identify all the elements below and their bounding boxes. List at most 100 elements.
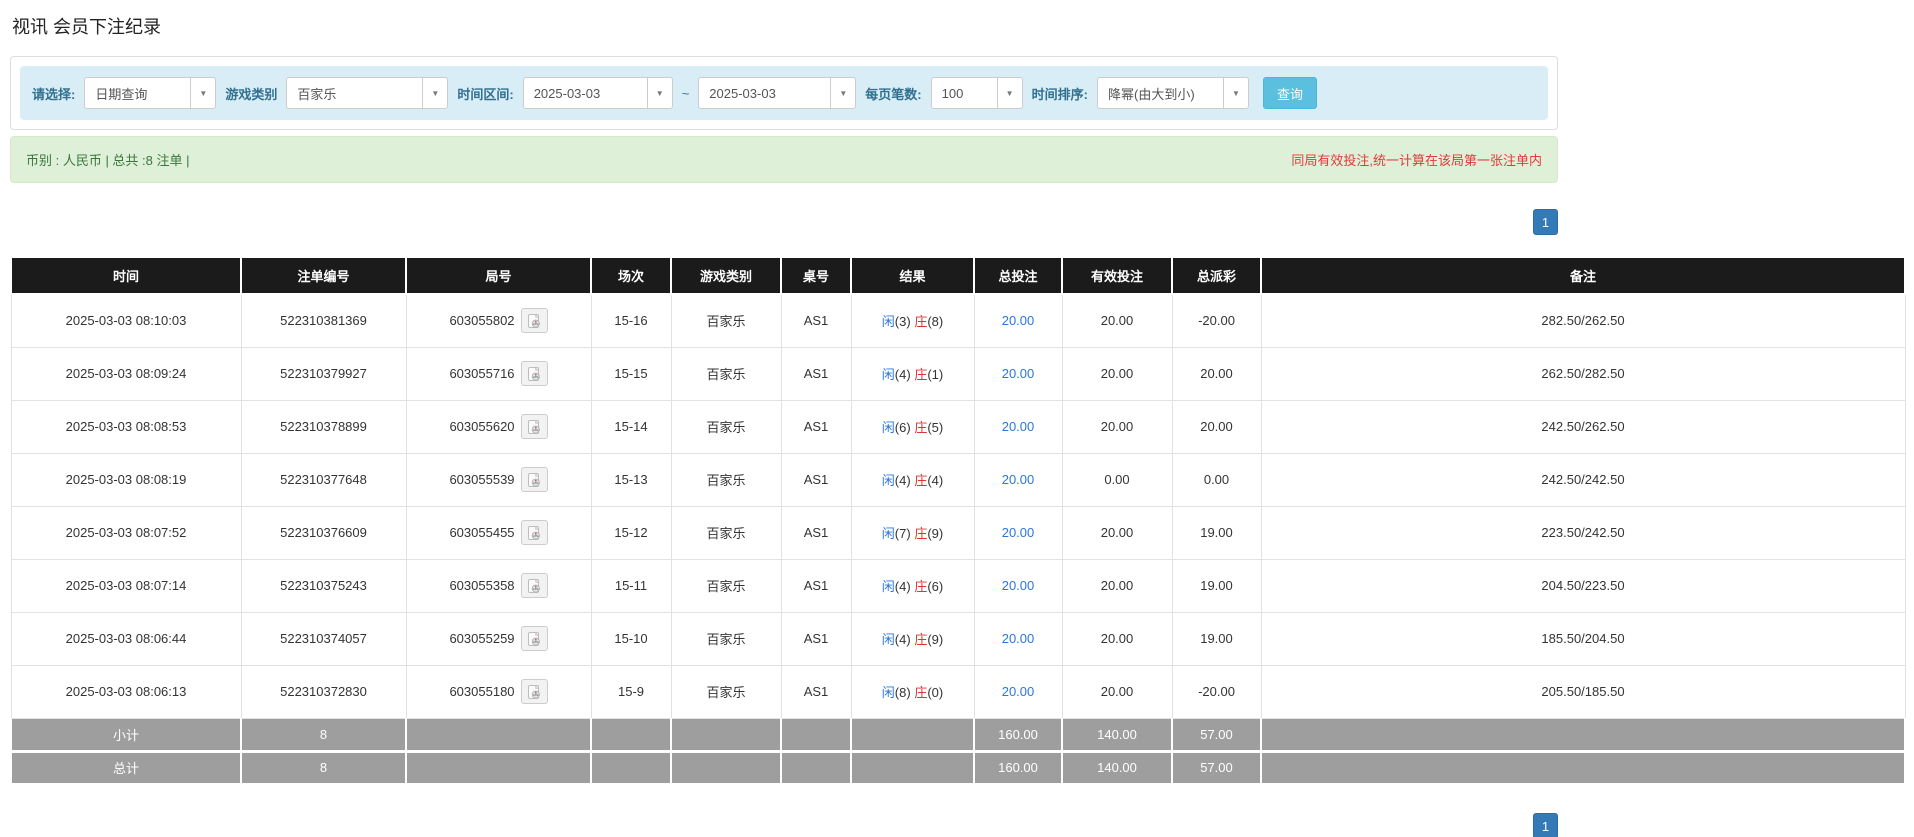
total-bet-link[interactable]: 20.00 — [1002, 525, 1035, 540]
cell-valid-bet: 20.00 — [1061, 611, 1173, 666]
cell-table-no: AS1 — [780, 611, 852, 666]
subtotal-count: 8 — [240, 717, 407, 752]
video-replay-icon[interactable] — [520, 414, 548, 439]
page-button-1[interactable]: 1 — [1533, 209, 1558, 235]
chevron-down-icon[interactable]: ▼ — [646, 78, 672, 108]
video-replay-icon[interactable] — [520, 520, 548, 545]
cell-time: 2025-03-03 08:06:44 — [10, 611, 242, 666]
cell-time: 2025-03-03 08:06:13 — [10, 664, 242, 719]
banker-result: 庄 — [914, 579, 928, 594]
total-bet-link[interactable]: 20.00 — [1002, 419, 1035, 434]
cell-valid-bet: 20.00 — [1061, 346, 1173, 401]
total-bet-link[interactable]: 20.00 — [1002, 366, 1035, 381]
chevron-down-icon[interactable]: ▼ — [996, 78, 1022, 108]
subtotal-total-bet: 160.00 — [973, 717, 1063, 752]
game-type-value: 百家乐 — [297, 86, 337, 102]
pagination-bottom: 1 — [10, 813, 1558, 837]
table-body: 2025-03-03 08:10:03 522310381369 6030558… — [10, 293, 1906, 719]
time-sort-select[interactable]: 降幂(由大到小) ▼ — [1096, 77, 1249, 109]
cell-game-type: 百家乐 — [670, 664, 782, 719]
cell-remark: 185.50/204.50 — [1260, 611, 1906, 666]
query-type-select[interactable]: 日期查询 ▼ — [84, 77, 217, 109]
cell-session: 15-9 — [590, 664, 672, 719]
cell-total-bet: 20.00 — [973, 558, 1063, 613]
cell-table-no: AS1 — [780, 346, 852, 401]
game-type-select[interactable]: 百家乐 ▼ — [286, 77, 449, 109]
cell-result: 闲(4) 庄(6) — [850, 558, 975, 613]
table-row: 2025-03-03 08:09:24 522310379927 6030557… — [10, 346, 1906, 401]
cell-game-type: 百家乐 — [670, 399, 782, 454]
banker-result: 庄 — [914, 632, 928, 647]
filter-bar: 请选择: 日期查询 ▼ 游戏类别 百家乐 ▼ 时间区间: 2025-03-03 … — [20, 66, 1548, 120]
date-to-select[interactable]: 2025-03-03 ▼ — [698, 77, 857, 109]
video-replay-icon[interactable] — [520, 679, 548, 704]
cell-valid-bet: 20.00 — [1061, 399, 1173, 454]
total-bet-link[interactable]: 20.00 — [1002, 631, 1035, 646]
cell-result: 闲(8) 庄(0) — [850, 664, 975, 719]
player-result: 闲 — [881, 579, 895, 594]
cell-total-bet: 20.00 — [973, 452, 1063, 507]
date-from-select[interactable]: 2025-03-03 ▼ — [522, 77, 673, 109]
round-id-value: 603055716 — [449, 366, 515, 381]
cell-bet-id: 522310372830 — [240, 664, 407, 719]
page-size-select[interactable]: 100 ▼ — [930, 77, 1023, 109]
total-bet-link[interactable]: 20.00 — [1002, 472, 1035, 487]
cell-round-id: 603055716 — [405, 346, 592, 401]
cell-total-bet: 20.00 — [973, 346, 1063, 401]
total-bet-link[interactable]: 20.00 — [1002, 684, 1035, 699]
header-remark: 备注 — [1260, 256, 1906, 295]
cell-table-no: AS1 — [780, 399, 852, 454]
cell-round-id: 603055259 — [405, 611, 592, 666]
cell-table-no: AS1 — [780, 452, 852, 507]
video-replay-icon[interactable] — [520, 573, 548, 598]
summary-bar: 币别 : 人民币 | 总共 :8 注单 | 同局有效投注,统一计算在该局第一张注… — [10, 136, 1558, 183]
video-replay-icon[interactable] — [520, 361, 548, 386]
cell-time: 2025-03-03 08:07:14 — [10, 558, 242, 613]
total-bet-link[interactable]: 20.00 — [1002, 313, 1035, 328]
cell-payout: -20.00 — [1171, 293, 1262, 348]
header-round-id: 局号 — [405, 256, 592, 295]
round-id-value: 603055802 — [449, 313, 515, 329]
total-row: 总计 8 160.00 140.00 57.00 — [10, 749, 1906, 785]
cell-game-type: 百家乐 — [670, 611, 782, 666]
round-id-value: 603055180 — [449, 684, 515, 699]
header-game-type: 游戏类别 — [670, 256, 782, 295]
header-result: 结果 — [850, 256, 975, 295]
round-id-value: 603055539 — [449, 472, 515, 487]
page-size-value: 100 — [941, 85, 964, 101]
cell-bet-id: 522310375243 — [240, 558, 407, 613]
video-replay-icon[interactable] — [520, 467, 548, 492]
table-row: 2025-03-03 08:06:13 522310372830 6030551… — [10, 664, 1906, 719]
cell-result: 闲(4) 庄(1) — [850, 346, 975, 401]
cell-valid-bet: 0.00 — [1061, 452, 1173, 507]
cell-valid-bet: 20.00 — [1061, 664, 1173, 719]
cell-remark: 262.50/282.50 — [1260, 346, 1906, 401]
pagination-top: 1 — [10, 209, 1558, 235]
page-button-1[interactable]: 1 — [1533, 813, 1558, 837]
player-result: 闲 — [881, 526, 895, 541]
cell-round-id: 603055539 — [405, 452, 592, 507]
chevron-down-icon[interactable]: ▼ — [190, 78, 216, 108]
cell-remark: 242.50/262.50 — [1260, 399, 1906, 454]
chevron-down-icon[interactable]: ▼ — [422, 78, 448, 108]
cell-session: 15-16 — [590, 293, 672, 348]
cell-total-bet: 20.00 — [973, 399, 1063, 454]
cell-remark: 223.50/242.50 — [1260, 505, 1906, 560]
cell-game-type: 百家乐 — [670, 505, 782, 560]
time-range-label: 时间区间: — [457, 86, 514, 102]
video-replay-icon[interactable] — [520, 308, 548, 334]
cell-round-id: 603055802 — [405, 293, 592, 348]
video-replay-icon[interactable] — [520, 626, 548, 651]
total-bet-link[interactable]: 20.00 — [1002, 578, 1035, 593]
cell-round-id: 603055455 — [405, 505, 592, 560]
cell-time: 2025-03-03 08:07:52 — [10, 505, 242, 560]
cell-table-no: AS1 — [780, 293, 852, 348]
player-result: 闲 — [881, 473, 895, 488]
header-bet-id: 注单编号 — [240, 256, 407, 295]
chevron-down-icon[interactable]: ▼ — [830, 78, 856, 108]
player-result: 闲 — [881, 314, 895, 330]
search-button[interactable]: 查询 — [1262, 77, 1317, 109]
round-id-value: 603055620 — [449, 419, 515, 434]
cell-session: 15-12 — [590, 505, 672, 560]
chevron-down-icon[interactable]: ▼ — [1222, 78, 1248, 108]
